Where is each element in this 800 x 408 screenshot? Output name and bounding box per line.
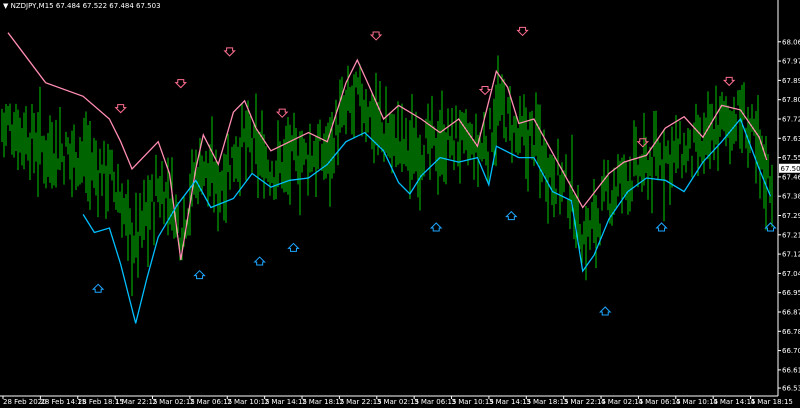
x-tick-label: 3 Mar 14:15 [489,398,531,406]
price-chart[interactable]: 68.060 67.975 67.890 67.805 67.720 67.635 67.5… [0,0,800,408]
y-tick-label: 67.125 [782,251,800,259]
y-tick-label: 68.060 [782,38,800,46]
y-tick-label: 67.720 [782,115,800,123]
x-tick-label: 4 Mar 14:15 [713,398,755,406]
current-price-label: 67.503 [781,165,800,173]
x-tick-label: 4 Mar 02:15 [601,398,643,406]
y-tick-label: 67.380 [782,193,800,201]
x-tick-label: 3 Mar 06:15 [414,398,456,406]
y-tick-label: 67.040 [782,270,800,278]
x-tick-label: 3 Mar 22:15 [564,398,606,406]
y-tick-label: 67.975 [782,58,800,66]
y-tick-label: 67.890 [782,77,800,85]
y-tick-label: 67.465 [782,173,800,181]
x-tick-label: 4 Mar 06:15 [638,398,680,406]
x-tick-label: 2 Mar 22:15 [339,398,381,406]
x-tick-label: 2 Mar 14:15 [265,398,307,406]
triangle-down-icon[interactable]: ▼ [3,2,8,10]
y-tick-label: 66.955 [782,289,800,297]
x-tick-label: 2 Mar 10:15 [227,398,269,406]
y-tick-label: 67.210 [782,231,800,239]
x-tick-label: 4 Mar 18:15 [751,398,793,406]
symbol-timeframe: NZDJPY,M15 [10,2,54,10]
y-tick-label: 66.785 [782,328,800,336]
y-tick-label: 67.550 [782,154,800,162]
x-tick-label: 3 Mar 18:15 [526,398,568,406]
y-tick-label: 67.295 [782,212,800,220]
y-tick-label: 66.535 [782,385,800,393]
x-tick-label: 2 Mar 06:15 [190,398,232,406]
x-tick-label: 3 Mar 02:15 [377,398,419,406]
y-tick-label: 66.700 [782,347,800,355]
y-tick-label: 67.805 [782,96,800,104]
y-tick-label: 67.635 [782,135,800,143]
x-tick-label: 2 Mar 18:15 [302,398,344,406]
x-tick-label: 4 Mar 10:15 [676,398,718,406]
y-tick-label: 66.615 [782,366,800,374]
x-tick-label: 1 Mar 22:15 [115,398,157,406]
ohlc-readout: 67.484 67.522 67.484 67.503 [55,2,161,10]
x-tick-label: 3 Mar 10:15 [452,398,494,406]
x-tick-label: 2 Mar 02:15 [153,398,195,406]
y-tick-label: 66.870 [782,308,800,316]
chart-header: ▼ NZDJPY,M15 67.484 67.522 67.484 67.503 [3,2,161,10]
